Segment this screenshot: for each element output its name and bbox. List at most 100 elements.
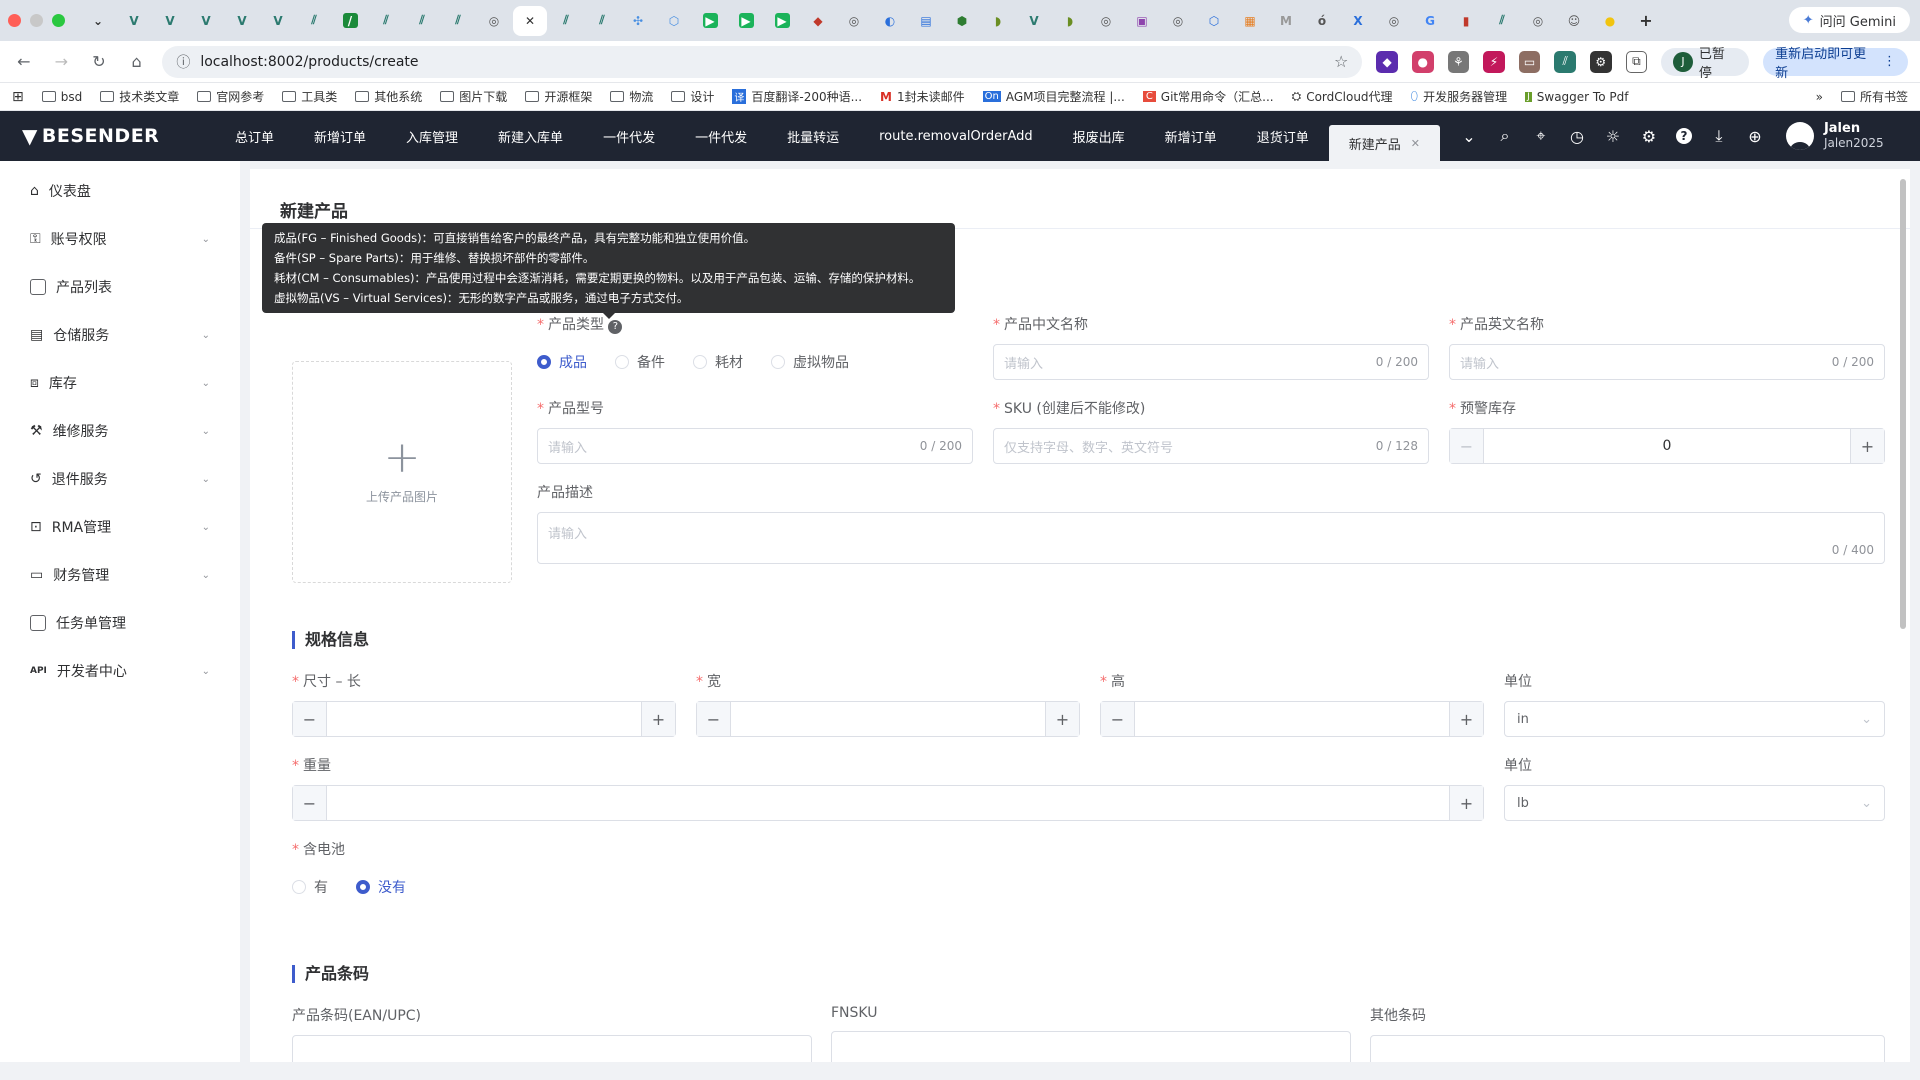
browser-tab[interactable]: ⫽ [585,6,619,36]
clock-icon[interactable]: ◷ [1568,127,1586,146]
bookmark-link[interactable]: M 1封未读邮件 [880,88,965,105]
stepper-value[interactable] [327,702,641,736]
browser-tab[interactable]: ⫽ [369,6,403,36]
stepper-value[interactable] [1135,702,1449,736]
browser-tab[interactable]: ☺ [1557,6,1591,36]
tabs-dropdown-icon[interactable]: ⌄ [1460,127,1478,146]
browser-tab[interactable]: X [1341,6,1375,36]
tab-dropship-2[interactable]: 一件代发 [675,111,767,161]
tab-dropship[interactable]: 一件代发 [583,111,675,161]
browser-tab[interactable]: ▶ [765,6,799,36]
forward-icon[interactable]: → [50,52,74,71]
help-icon[interactable]: ? [1675,128,1692,144]
more-bookmarks-icon[interactable]: » [1816,90,1823,104]
bookmark-folder[interactable]: 图片下载 [440,88,507,105]
browser-tab[interactable]: / [333,6,367,36]
extension-icon[interactable]: ⚙ [1589,50,1612,73]
sidebar-item-warehouse[interactable]: ▤ 仓储服务 ⌄ [0,311,240,359]
tab-return-order[interactable]: 退货订单 [1237,111,1329,161]
bookmark-folder[interactable]: 其他系统 [355,88,422,105]
app-logo[interactable]: ▼ BESENDER [0,124,215,148]
browser-tab[interactable]: V [261,6,295,36]
bookmark-link[interactable]: C Git常用命令（汇总... [1142,88,1274,105]
extension-icon[interactable]: ▭ [1518,50,1541,73]
radio-finished-goods[interactable]: 成品 [537,352,587,372]
new-tab-icon[interactable]: + [1629,6,1663,36]
browser-tab[interactable]: ● [1593,6,1627,36]
help-circle-icon[interactable]: ? [608,320,623,334]
back-icon[interactable]: ← [12,52,36,71]
extension-icon[interactable]: ◆ [1376,50,1398,73]
model-input[interactable]: 请输入 0 / 200 [537,428,973,464]
browser-tab[interactable]: ▶ [729,6,763,36]
add-circle-icon[interactable]: ⊕ [1746,127,1764,146]
browser-tab[interactable]: ▮ [1449,6,1483,36]
bookmark-folder[interactable]: 设计 [671,88,714,105]
apps-grid-icon[interactable]: ⊞ [12,89,24,105]
settings-gear-icon[interactable]: ⚙ [1640,127,1658,146]
close-window-button[interactable] [8,14,21,27]
browser-tab[interactable]: ⫽ [405,6,439,36]
tab-new-order[interactable]: 新增订单 [294,111,386,161]
profile-paused-button[interactable]: J 已暂停 [1661,47,1750,81]
browser-tab[interactable]: ◗ [1053,6,1087,36]
radio-consumables[interactable]: 耗材 [693,352,743,372]
increment-button[interactable]: + [1449,702,1483,736]
browser-tab[interactable]: ▶ [693,6,727,36]
bookmark-link[interactable]: On AGM项目完整流程 |... [982,88,1125,105]
address-bar[interactable]: ⓘ localhost:8002/products/create ☆ [162,45,1363,78]
all-bookmarks-folder[interactable]: 所有书签 [1840,88,1908,105]
sidebar-item-rma[interactable]: ⊡ RMA管理 ⌄ [0,503,240,551]
bookmark-folder[interactable]: 工具类 [282,88,337,105]
bookmark-star-icon[interactable]: ☆ [1334,52,1348,71]
sidebar-item-developer[interactable]: API 开发者中心 ⌄ [0,647,240,695]
extension-icon[interactable]: ⫽ [1554,50,1576,73]
cn-name-input[interactable]: 请输入 0 / 200 [993,344,1429,380]
browser-tab[interactable]: ⫽ [1485,6,1519,36]
weight-unit-select[interactable]: lb ⌄ [1504,785,1885,821]
browser-tab[interactable]: ◐ [873,6,907,36]
increment-button[interactable]: + [1850,429,1884,463]
radio-virtual[interactable]: 虚拟物品 [771,352,849,372]
increment-button[interactable]: + [1045,702,1079,736]
page-scrollbar[interactable] [1900,179,1906,629]
minimize-window-button[interactable] [30,14,43,27]
extensions-puzzle-icon[interactable]: ⧉ [1625,50,1648,73]
browser-tab[interactable]: G [1413,6,1447,36]
sidebar-item-tasks[interactable]: 任务单管理 [0,599,240,647]
description-textarea[interactable]: 请输入 0 / 400 [537,512,1885,564]
decrement-button[interactable]: − [293,786,327,820]
sidebar-item-inventory[interactable]: ⧈ 库存 ⌄ [0,359,240,407]
ean-input[interactable] [292,1035,812,1062]
sidebar-item-returns[interactable]: ↺ 退件服务 ⌄ [0,455,240,503]
tab-all-orders[interactable]: 总订单 [215,111,294,161]
image-upload[interactable]: + 上传产品图片 [292,361,512,583]
browser-tab[interactable]: V [117,6,151,36]
maximize-window-button[interactable] [52,14,65,27]
search-icon[interactable]: ⌕ [1496,126,1514,146]
browser-tab[interactable]: ◗ [981,6,1015,36]
radio-battery-yes[interactable]: 有 [292,877,328,897]
browser-tab[interactable]: V [189,6,223,36]
bookmark-link[interactable]: 译百度翻译-200种语... [732,88,862,105]
browser-tab[interactable]: ◎ [1089,6,1123,36]
stepper-value[interactable] [731,702,1045,736]
other-barcode-input[interactable] [1370,1035,1885,1062]
tab-new-inbound[interactable]: 新建入库单 [478,111,583,161]
browser-tab[interactable]: ◎ [837,6,871,36]
site-info-icon[interactable]: ⓘ [176,52,190,72]
bookmark-folder[interactable]: 开源框架 [525,88,592,105]
tab-inbound-management[interactable]: 入库管理 [386,111,478,161]
sidebar-item-repair[interactable]: ⚒ 维修服务 ⌄ [0,407,240,455]
browser-tab[interactable]: V [1017,6,1051,36]
browser-tab[interactable]: ▤ [909,6,943,36]
decrement-button[interactable]: − [1101,702,1135,736]
browser-tab[interactable]: ▦ [1233,6,1267,36]
bookmark-folder[interactable]: 官网参考 [197,88,264,105]
browser-tab[interactable]: ▣ [1125,6,1159,36]
browser-tab[interactable]: M [1269,6,1303,36]
user-menu[interactable]: Jalen Jalen2025 [1785,121,1884,151]
browser-tab[interactable]: ⬡ [1197,6,1231,36]
browser-tab[interactable]: ó [1305,6,1339,36]
extension-icon[interactable]: ⚡ [1483,50,1505,73]
